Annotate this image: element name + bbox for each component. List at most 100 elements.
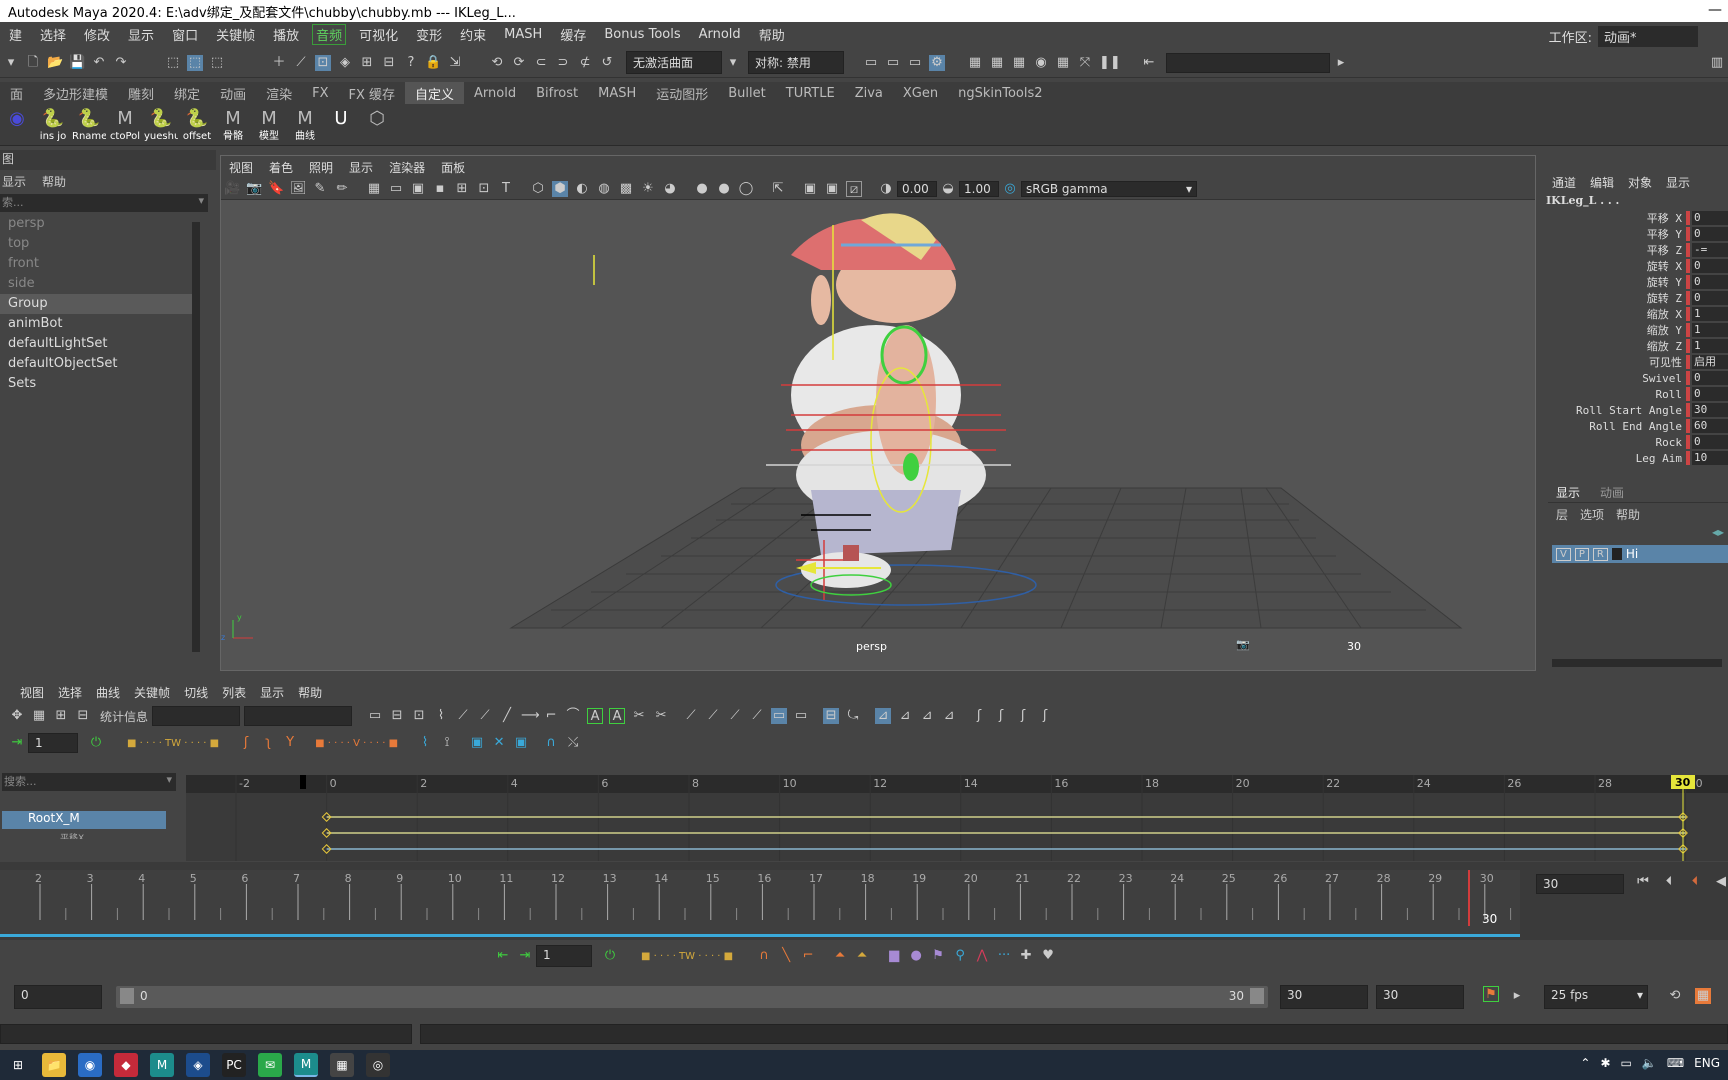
colorspace-dropdown[interactable]: sRGB gamma ▾ <box>1021 180 1197 197</box>
shelf-tab-5[interactable]: 渲染 <box>256 84 302 103</box>
workspace-value[interactable]: 动画* <box>1598 26 1698 47</box>
channel-value[interactable]: 1 <box>1692 323 1728 337</box>
hypershade-icon[interactable]: ▦ <box>1011 55 1027 71</box>
xray-icon[interactable]: ▣ <box>802 181 818 197</box>
menu-item-0[interactable]: 建 <box>0 25 31 44</box>
auto-key-icon[interactable]: ⚑ <box>1483 986 1499 1002</box>
menu-item-10[interactable]: 约束 <box>451 25 495 44</box>
reflection-icon[interactable]: ⊄ <box>577 55 593 71</box>
graph-menu-7[interactable]: 帮助 <box>298 684 322 701</box>
menu-item-6[interactable]: 播放 <box>264 25 308 44</box>
channel-value[interactable]: 0 <box>1692 275 1728 289</box>
curve-tool-1-icon[interactable]: ▣ <box>469 735 485 751</box>
channel-row[interactable]: 可见性 启用 <box>1540 354 1728 370</box>
filter-2-icon[interactable]: ʃ <box>993 708 1009 724</box>
arnold-render-icon[interactable]: ◉ <box>1033 55 1049 71</box>
layer-row[interactable]: V P R Hi <box>1552 545 1728 563</box>
insert-key-icon[interactable]: ▦ <box>31 708 47 724</box>
shelf-button-7[interactable]: M 模型 <box>252 108 286 142</box>
arnold-ipr-icon[interactable]: ▦ <box>1055 55 1071 71</box>
channel-row[interactable]: 平移 Y 0 <box>1540 226 1728 242</box>
channel-row[interactable]: 旋转 Y 0 <box>1540 274 1728 290</box>
render-view-icon[interactable]: ▦ <box>967 55 983 71</box>
outliner-item-Sets[interactable]: Sets <box>0 374 198 394</box>
help-icon[interactable]: ? <box>403 55 419 71</box>
input-method-icon[interactable]: ⌨ <box>1667 1056 1684 1070</box>
pause-icon[interactable]: ❚❚ <box>1099 55 1121 71</box>
channel-row[interactable]: 平移 X 0 <box>1540 210 1728 226</box>
field-chart-icon[interactable]: ⊞ <box>454 181 470 197</box>
shelf-tab-9[interactable]: Arnold <box>464 86 526 101</box>
scale-curve-icon[interactable]: ⊿ <box>919 708 935 724</box>
layer-menu-options[interactable]: 选项 <box>1580 506 1604 523</box>
outliner-scrollbar[interactable] <box>192 222 200 652</box>
anim-comment-icon[interactable]: ▆ <box>886 948 902 964</box>
go-to-start-icon[interactable]: ⏮ <box>1635 874 1651 890</box>
render-settings-icon[interactable]: ⚙ <box>929 54 945 71</box>
menu-item-8[interactable]: 可视化 <box>350 25 407 44</box>
anti-alias-icon[interactable]: ◯ <box>738 181 754 197</box>
shelf-tab-15[interactable]: Ziva <box>845 86 893 101</box>
menu-item-2[interactable]: 修改 <box>75 25 119 44</box>
anim-step-icon[interactable]: ⌐ <box>800 948 816 964</box>
graph-node-sub-item[interactable]: 平移X <box>60 831 160 839</box>
shelf-button-3[interactable]: MctoPol <box>108 108 142 142</box>
curve-smooth-icon[interactable]: ⌇ <box>417 735 433 751</box>
menu-item-13[interactable]: Bonus Tools <box>595 27 689 42</box>
mel-input[interactable] <box>0 1024 412 1044</box>
default-material-icon[interactable]: ◐ <box>574 181 590 197</box>
more-arrow-icon[interactable]: ▸ <box>1333 55 1349 71</box>
shelf-tab-6[interactable]: FX <box>302 86 338 101</box>
graph-menu-4[interactable]: 切线 <box>184 684 208 701</box>
shelf-tab-13[interactable]: Bullet <box>718 86 775 101</box>
graph-menu-5[interactable]: 列表 <box>222 684 246 701</box>
stats-field-2[interactable] <box>244 706 353 726</box>
select-by-hierarchy-icon[interactable]: ⬚ <box>165 55 181 71</box>
anim-ease-in-icon[interactable]: ∩ <box>756 948 772 964</box>
viewport-menu-0[interactable]: 视图 <box>221 159 261 176</box>
anim-flag-icon[interactable]: ⚑ <box>930 948 946 964</box>
shelf-tab-7[interactable]: FX 缓存 <box>338 84 405 103</box>
render-sequence-icon[interactable]: ▦ <box>989 55 1005 71</box>
shelf-tab-17[interactable]: ngSkinTools2 <box>948 86 1052 101</box>
filter-3-icon[interactable]: ʃ <box>1015 708 1031 724</box>
channel-row[interactable]: 旋转 Z 0 <box>1540 290 1728 306</box>
outliner-search-input[interactable]: 索... ▾ <box>0 194 208 212</box>
menu-item-11[interactable]: MASH <box>495 27 551 42</box>
channel-row[interactable]: 缩放 Y 1 <box>1540 322 1728 338</box>
lattice-icon[interactable]: ⊞ <box>53 708 69 724</box>
command-field[interactable] <box>1166 52 1330 73</box>
shelf-button-0[interactable]: ◉ <box>0 108 34 142</box>
shelf-tab-2[interactable]: 雕刻 <box>118 84 164 103</box>
free-weight-icon[interactable]: ⟋ <box>683 708 699 724</box>
channel-value[interactable]: -= <box>1692 243 1728 257</box>
move-key-icon[interactable]: ✥ <box>9 708 25 724</box>
anim-tween-slider[interactable]: ■ · · · · TW · · · · ■ <box>641 951 733 962</box>
range-handle-end[interactable] <box>1250 988 1264 1004</box>
normalize-icon[interactable]: ⊿ <box>875 708 892 724</box>
anim-heart-icon[interactable]: ♥ <box>1040 948 1056 964</box>
range-slider[interactable]: 0 30 <box>116 986 1268 1008</box>
graph-menu-1[interactable]: 选择 <box>58 684 82 701</box>
channel-value[interactable]: 0 <box>1692 371 1728 385</box>
language-indicator[interactable]: ENG <box>1694 1056 1720 1070</box>
curve-noise-icon[interactable]: ⤯ <box>565 735 581 751</box>
channel-value[interactable]: 0 <box>1692 211 1728 225</box>
camera-select-icon[interactable]: 🎥 <box>224 181 240 197</box>
bookmark-icon[interactable]: 🔖 <box>268 181 284 197</box>
live-surface-field[interactable]: 无激活曲面 <box>626 51 722 74</box>
channel-value[interactable]: 1 <box>1692 307 1728 321</box>
toggle-sidebar-icon[interactable]: ▥ <box>1709 55 1725 71</box>
gamma-icon[interactable]: ◒ <box>940 181 956 197</box>
channel-row[interactable]: Leg Aim 10 <box>1540 450 1728 466</box>
ambient-occlusion-icon[interactable]: ● <box>694 181 710 197</box>
render-region-icon[interactable]: ▭ <box>863 55 879 71</box>
grid-icon[interactable]: ▦ <box>366 181 382 197</box>
viewport-menu-2[interactable]: 照明 <box>301 159 341 176</box>
shelf-tab-0[interactable]: 面 <box>0 84 33 103</box>
shelf-button-9[interactable]: U <box>324 108 358 142</box>
filter-1-icon[interactable]: ʃ <box>971 708 987 724</box>
shelf-tab-1[interactable]: 多边形建模 <box>33 84 118 103</box>
anim-key-up-icon[interactable]: ⏶ <box>832 948 848 964</box>
menu-item-14[interactable]: Arnold <box>690 27 750 42</box>
